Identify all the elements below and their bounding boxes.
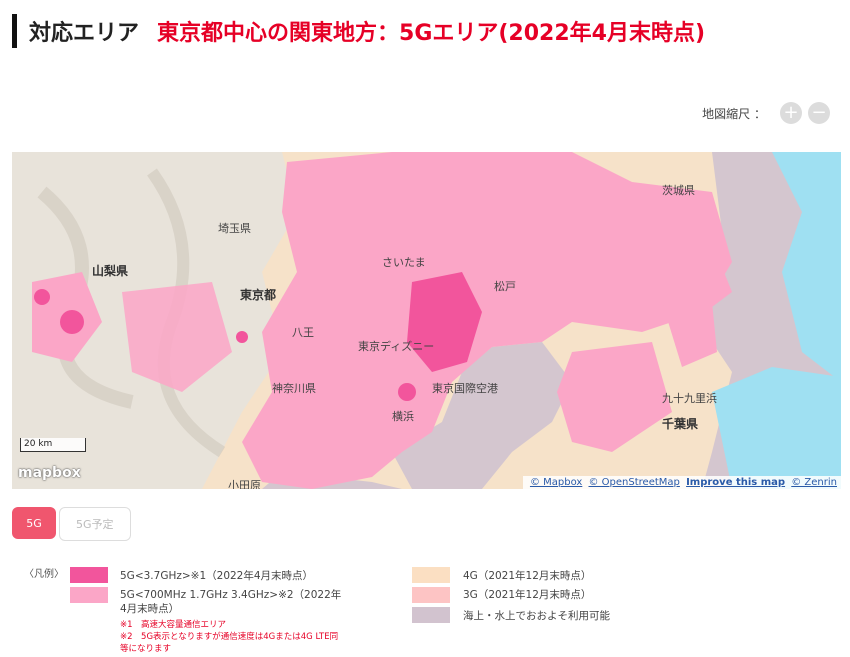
legend-note-2b: 等になります bbox=[120, 644, 172, 654]
map-label-ibaraki: 茨城県 bbox=[662, 184, 695, 197]
attribution-osm-link[interactable]: © OpenStreetMap bbox=[589, 477, 680, 488]
tab-5g-planned[interactable]: 5G予定 bbox=[59, 507, 131, 541]
legend-note-2a: ※2 5G表示となりますが通信速度は4Gまたは4G LTE同 bbox=[120, 632, 339, 642]
legend-text-sea: 海上・水上でおおよそ利用可能 bbox=[463, 610, 610, 622]
map-label-yamanashi: 山梨県 bbox=[92, 264, 129, 278]
map-attribution: © Mapbox © OpenStreetMap Improve this ma… bbox=[522, 476, 841, 489]
map-label-tokyo: 東京都 bbox=[240, 288, 277, 302]
map-scale-bar: 20 km bbox=[20, 438, 86, 452]
coverage-map[interactable]: 山梨県 東京都 埼玉県 茨城県 さいたま 松戸 東京ディズニー 東京国際空港 横… bbox=[12, 152, 841, 489]
map-label-odawara: 小田原 bbox=[228, 479, 261, 489]
attribution-zenrin-link[interactable]: © Zenrin bbox=[791, 477, 837, 488]
map-label-kanagawa: 神奈川県 bbox=[272, 382, 316, 395]
page-title: 対応エリア bbox=[29, 21, 140, 46]
improve-map-link[interactable]: Improve this map bbox=[686, 477, 785, 488]
map-canvas bbox=[12, 152, 841, 489]
zoom-in-button[interactable]: + bbox=[780, 102, 802, 124]
legend-swatch-5g-sub6 bbox=[70, 587, 108, 603]
map-label-saitama-pref: 埼玉県 bbox=[218, 222, 251, 235]
legend-text-4g: 4G（2021年12月末時点） bbox=[463, 570, 592, 582]
tab-5g[interactable]: 5G bbox=[12, 507, 56, 539]
map-label-chiba: 千葉県 bbox=[662, 417, 699, 431]
legend-text-5g-sub6-line2: 4月末時点） bbox=[120, 603, 180, 615]
legend-text-3g: 3G（2021年12月末時点） bbox=[463, 589, 592, 601]
map-label-hachioji: 八王 bbox=[292, 326, 314, 339]
legend-swatch-5g-37 bbox=[70, 567, 108, 583]
zoom-control: 地図縮尺 ： + − bbox=[702, 102, 830, 124]
legend-text-5g-sub6-line1: 5G<700MHz 1.7GHz 3.4GHz>※2（2022年 bbox=[120, 589, 342, 601]
mapbox-logo[interactable]: mapbox bbox=[18, 465, 81, 481]
legend-swatch-sea bbox=[412, 607, 450, 623]
legend-note-1: ※1 高速大容量通信エリア bbox=[120, 620, 227, 630]
zoom-label: 地図縮尺 ： bbox=[702, 106, 766, 121]
map-label-matsudo: 松戸 bbox=[494, 280, 516, 293]
legend-text-5g-37: 5G<3.7GHz>※1（2022年4月末時点） bbox=[120, 570, 314, 582]
legend-swatch-3g bbox=[412, 587, 450, 603]
legend-heading: 〈凡例〉 bbox=[24, 569, 64, 580]
attribution-mapbox-link[interactable]: © Mapbox bbox=[530, 477, 582, 488]
map-label-airport: 東京国際空港 bbox=[432, 382, 498, 395]
map-label-saitama: さいたま bbox=[382, 256, 426, 269]
zoom-out-button[interactable]: − bbox=[808, 102, 830, 124]
page-title-bar: 対応エリア 東京都中心の関東地方：5Gエリア(2022年4月末時点) bbox=[12, 14, 705, 48]
legend-swatch-4g bbox=[412, 567, 450, 583]
map-label-yokohama: 横浜 bbox=[392, 410, 414, 423]
map-label-tokyo-disney: 東京ディズニー bbox=[358, 340, 435, 353]
page-subtitle: 東京都中心の関東地方：5Gエリア(2022年4月末時点) bbox=[157, 21, 706, 46]
area-tabs: 5G 5G予定 bbox=[12, 507, 131, 541]
map-label-kujukuri: 九十九里浜 bbox=[662, 392, 717, 405]
